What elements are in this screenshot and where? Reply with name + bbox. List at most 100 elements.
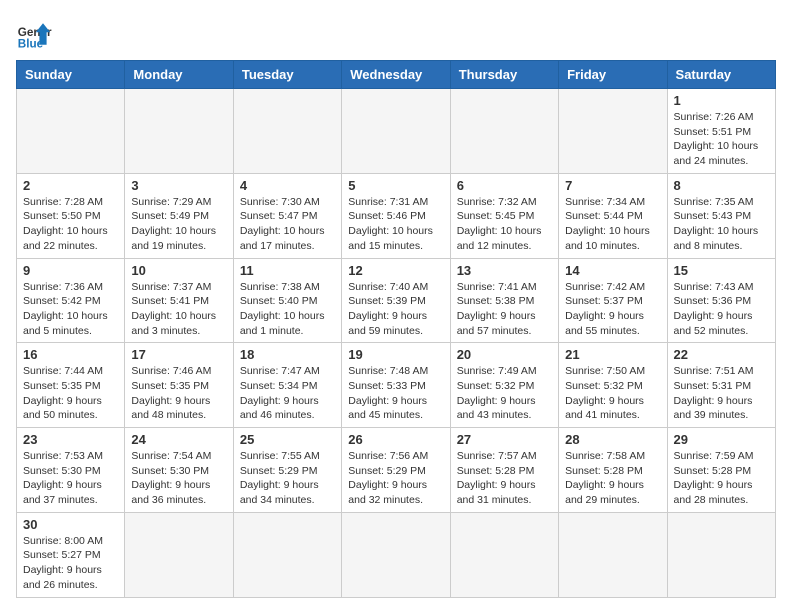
calendar-cell: 7Sunrise: 7:34 AM Sunset: 5:44 PM Daylig… <box>559 173 667 258</box>
calendar-week-row: 9 Sunrise: 7:36 AM Sunset: 5:42 PM Daylig… <box>17 258 776 343</box>
calendar-cell: 3 Sunrise: 7:29 AM Sunset: 5:49 PM Daylig… <box>125 173 233 258</box>
calendar-cell: 22 Sunrise: 7:51 AM Sunset: 5:31 PM Dayli… <box>667 343 775 428</box>
calendar-cell: 11 Sunrise: 7:38 AM Sunset: 5:40 PM Dayli… <box>233 258 341 343</box>
day-number: 18 <box>240 347 335 362</box>
day-info: Sunrise: 7:59 AM Sunset: 5:28 PM Dayligh… <box>674 449 769 508</box>
calendar-cell: 9 Sunrise: 7:36 AM Sunset: 5:42 PM Daylig… <box>17 258 125 343</box>
calendar-cell: 13Sunrise: 7:41 AM Sunset: 5:38 PM Dayli… <box>450 258 558 343</box>
calendar-cell: 18 Sunrise: 7:47 AM Sunset: 5:34 PM Dayli… <box>233 343 341 428</box>
day-info: Sunrise: 7:42 AM Sunset: 5:37 PM Dayligh… <box>565 280 660 339</box>
calendar-cell <box>233 512 341 597</box>
day-info: Sunrise: 7:48 AM Sunset: 5:33 PM Dayligh… <box>348 364 443 423</box>
calendar-table: SundayMondayTuesdayWednesdayThursdayFrid… <box>16 60 776 598</box>
calendar-cell: 10Sunrise: 7:37 AM Sunset: 5:41 PM Dayli… <box>125 258 233 343</box>
day-info: Sunrise: 7:31 AM Sunset: 5:46 PM Dayligh… <box>348 195 443 254</box>
day-number: 21 <box>565 347 660 362</box>
calendar-cell <box>233 89 341 174</box>
day-number: 3 <box>131 178 226 193</box>
day-info: Sunrise: 7:56 AM Sunset: 5:29 PM Dayligh… <box>348 449 443 508</box>
day-info: Sunrise: 7:30 AM Sunset: 5:47 PM Dayligh… <box>240 195 335 254</box>
day-info: Sunrise: 7:44 AM Sunset: 5:35 PM Dayligh… <box>23 364 118 423</box>
calendar-cell <box>342 89 450 174</box>
day-info: Sunrise: 7:29 AM Sunset: 5:49 PM Dayligh… <box>131 195 226 254</box>
calendar-cell <box>342 512 450 597</box>
day-number: 9 <box>23 263 118 278</box>
page-header: General Blue <box>16 16 776 52</box>
col-header-thursday: Thursday <box>450 61 558 89</box>
calendar-cell <box>667 512 775 597</box>
col-header-friday: Friday <box>559 61 667 89</box>
calendar-cell: 28Sunrise: 7:58 AM Sunset: 5:28 PM Dayli… <box>559 428 667 513</box>
calendar-cell: 5Sunrise: 7:31 AM Sunset: 5:46 PM Daylig… <box>342 173 450 258</box>
day-info: Sunrise: 7:55 AM Sunset: 5:29 PM Dayligh… <box>240 449 335 508</box>
day-info: Sunrise: 7:47 AM Sunset: 5:34 PM Dayligh… <box>240 364 335 423</box>
day-number: 12 <box>348 263 443 278</box>
day-info: Sunrise: 7:35 AM Sunset: 5:43 PM Dayligh… <box>674 195 769 254</box>
calendar-week-row: 30 Sunrise: 8:00 AM Sunset: 5:27 PM Dayli… <box>17 512 776 597</box>
day-number: 25 <box>240 432 335 447</box>
calendar-cell <box>125 89 233 174</box>
day-number: 8 <box>674 178 769 193</box>
day-number: 30 <box>23 517 118 532</box>
calendar-cell: 19 Sunrise: 7:48 AM Sunset: 5:33 PM Dayli… <box>342 343 450 428</box>
day-number: 11 <box>240 263 335 278</box>
day-info: Sunrise: 7:46 AM Sunset: 5:35 PM Dayligh… <box>131 364 226 423</box>
calendar-header-row: SundayMondayTuesdayWednesdayThursdayFrid… <box>17 61 776 89</box>
calendar-cell: 24Sunrise: 7:54 AM Sunset: 5:30 PM Dayli… <box>125 428 233 513</box>
day-number: 2 <box>23 178 118 193</box>
day-info: Sunrise: 7:38 AM Sunset: 5:40 PM Dayligh… <box>240 280 335 339</box>
calendar-cell <box>559 512 667 597</box>
calendar-cell <box>450 512 558 597</box>
calendar-cell: 12 Sunrise: 7:40 AM Sunset: 5:39 PM Dayli… <box>342 258 450 343</box>
day-info: Sunrise: 7:28 AM Sunset: 5:50 PM Dayligh… <box>23 195 118 254</box>
day-info: Sunrise: 7:49 AM Sunset: 5:32 PM Dayligh… <box>457 364 552 423</box>
col-header-tuesday: Tuesday <box>233 61 341 89</box>
day-info: Sunrise: 7:36 AM Sunset: 5:42 PM Dayligh… <box>23 280 118 339</box>
day-number: 26 <box>348 432 443 447</box>
day-info: Sunrise: 7:34 AM Sunset: 5:44 PM Dayligh… <box>565 195 660 254</box>
calendar-cell: 20 Sunrise: 7:49 AM Sunset: 5:32 PM Dayli… <box>450 343 558 428</box>
calendar-cell: 6Sunrise: 7:32 AM Sunset: 5:45 PM Daylig… <box>450 173 558 258</box>
day-info: Sunrise: 7:57 AM Sunset: 5:28 PM Dayligh… <box>457 449 552 508</box>
calendar-cell: 29Sunrise: 7:59 AM Sunset: 5:28 PM Dayli… <box>667 428 775 513</box>
day-number: 19 <box>348 347 443 362</box>
calendar-cell <box>450 89 558 174</box>
day-info: Sunrise: 8:00 AM Sunset: 5:27 PM Dayligh… <box>23 534 118 593</box>
calendar-cell <box>17 89 125 174</box>
day-info: Sunrise: 7:37 AM Sunset: 5:41 PM Dayligh… <box>131 280 226 339</box>
day-number: 16 <box>23 347 118 362</box>
day-number: 27 <box>457 432 552 447</box>
calendar-cell: 21 Sunrise: 7:50 AM Sunset: 5:32 PM Dayli… <box>559 343 667 428</box>
day-number: 28 <box>565 432 660 447</box>
calendar-week-row: 1 Sunrise: 7:26 AM Sunset: 5:51 PM Daylig… <box>17 89 776 174</box>
calendar-cell: 15Sunrise: 7:43 AM Sunset: 5:36 PM Dayli… <box>667 258 775 343</box>
col-header-wednesday: Wednesday <box>342 61 450 89</box>
calendar-cell: 14Sunrise: 7:42 AM Sunset: 5:37 PM Dayli… <box>559 258 667 343</box>
calendar-cell: 25 Sunrise: 7:55 AM Sunset: 5:29 PM Dayli… <box>233 428 341 513</box>
day-info: Sunrise: 7:54 AM Sunset: 5:30 PM Dayligh… <box>131 449 226 508</box>
calendar-cell: 23 Sunrise: 7:53 AM Sunset: 5:30 PM Dayli… <box>17 428 125 513</box>
day-number: 1 <box>674 93 769 108</box>
day-number: 20 <box>457 347 552 362</box>
calendar-cell: 8 Sunrise: 7:35 AM Sunset: 5:43 PM Daylig… <box>667 173 775 258</box>
day-number: 4 <box>240 178 335 193</box>
calendar-cell: 1 Sunrise: 7:26 AM Sunset: 5:51 PM Daylig… <box>667 89 775 174</box>
day-info: Sunrise: 7:50 AM Sunset: 5:32 PM Dayligh… <box>565 364 660 423</box>
calendar-cell: 27 Sunrise: 7:57 AM Sunset: 5:28 PM Dayli… <box>450 428 558 513</box>
day-info: Sunrise: 7:40 AM Sunset: 5:39 PM Dayligh… <box>348 280 443 339</box>
day-info: Sunrise: 7:53 AM Sunset: 5:30 PM Dayligh… <box>23 449 118 508</box>
day-number: 22 <box>674 347 769 362</box>
day-number: 13 <box>457 263 552 278</box>
logo: General Blue <box>16 16 52 52</box>
calendar-week-row: 23 Sunrise: 7:53 AM Sunset: 5:30 PM Dayli… <box>17 428 776 513</box>
col-header-sunday: Sunday <box>17 61 125 89</box>
day-info: Sunrise: 7:32 AM Sunset: 5:45 PM Dayligh… <box>457 195 552 254</box>
calendar-week-row: 16 Sunrise: 7:44 AM Sunset: 5:35 PM Dayli… <box>17 343 776 428</box>
day-number: 23 <box>23 432 118 447</box>
calendar-cell: 16 Sunrise: 7:44 AM Sunset: 5:35 PM Dayli… <box>17 343 125 428</box>
calendar-cell: 26 Sunrise: 7:56 AM Sunset: 5:29 PM Dayli… <box>342 428 450 513</box>
day-number: 17 <box>131 347 226 362</box>
calendar-week-row: 2 Sunrise: 7:28 AM Sunset: 5:50 PM Daylig… <box>17 173 776 258</box>
day-info: Sunrise: 7:26 AM Sunset: 5:51 PM Dayligh… <box>674 110 769 169</box>
day-info: Sunrise: 7:51 AM Sunset: 5:31 PM Dayligh… <box>674 364 769 423</box>
